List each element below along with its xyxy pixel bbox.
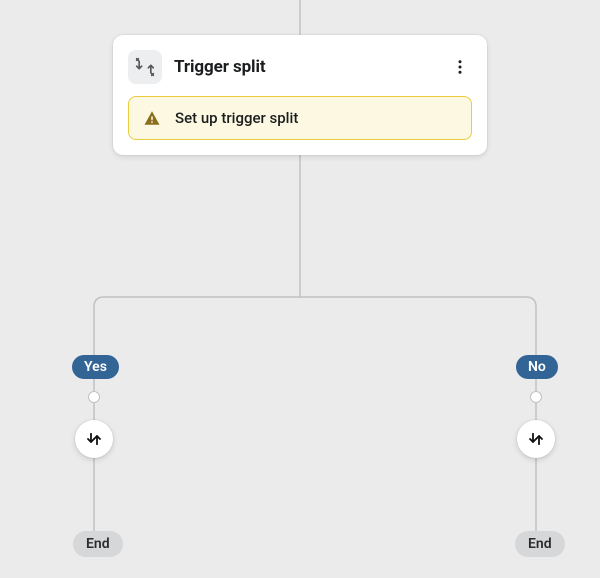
warning-text: Set up trigger split xyxy=(175,109,298,127)
branch-no-badge: No xyxy=(516,355,558,379)
branch-no-end: End xyxy=(515,531,565,557)
connector-dot xyxy=(530,391,542,403)
node-header: Trigger split xyxy=(128,50,472,84)
trigger-split-node[interactable]: Trigger split Set up trigger split xyxy=(113,35,487,155)
more-vertical-icon[interactable] xyxy=(448,55,472,79)
add-step-no-button[interactable] xyxy=(517,420,555,458)
add-step-yes-button[interactable] xyxy=(75,420,113,458)
split-icon xyxy=(128,50,162,84)
split-arrows-icon xyxy=(527,430,545,448)
connector-dot xyxy=(88,391,100,403)
branch-yes-end: End xyxy=(73,531,123,557)
branch-yes-badge: Yes xyxy=(72,355,119,379)
node-title: Trigger split xyxy=(174,57,266,77)
split-arrows-icon xyxy=(85,430,103,448)
warning-icon xyxy=(143,109,161,127)
setup-warning[interactable]: Set up trigger split xyxy=(128,96,472,140)
flow-canvas[interactable]: Trigger split Set up trigger split Yes N… xyxy=(0,0,600,578)
